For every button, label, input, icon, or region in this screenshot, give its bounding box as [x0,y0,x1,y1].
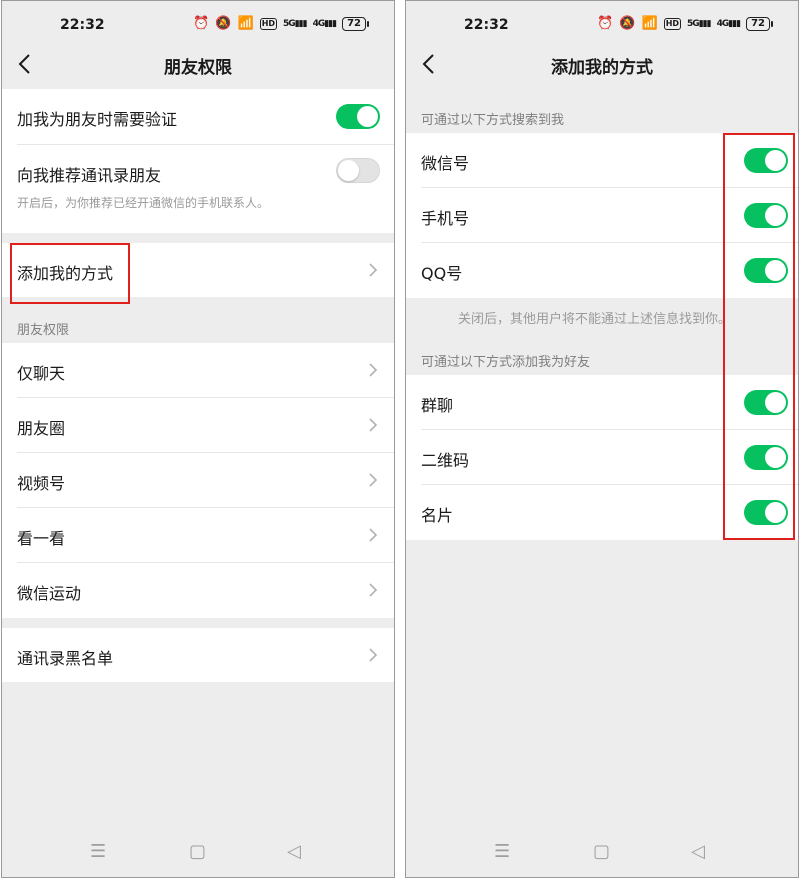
page-title: 添加我的方式 [551,58,653,78]
battery-indicator: 72 [342,17,369,31]
require-verification-row: 加我为朋友时需要验证 [2,89,394,145]
system-nav-bar: ☰ ▢ ◁ [2,841,394,871]
chevron-right-icon [368,362,378,378]
blacklist-row[interactable]: 通讯录黑名单 [2,628,394,682]
permission-row[interactable]: 看一看 [2,508,394,563]
search-note: 关闭后，其他用户将不能通过上述信息找到你。 [458,312,732,327]
alarm-icon: ⏰ [193,16,210,31]
chevron-right-icon [368,582,378,598]
status-time: 22:32 [60,17,105,33]
page-title: 朋友权限 [164,58,232,78]
hd-icon: HD [259,18,278,30]
signal-4g-icon: 4G▮▮▮ [716,19,741,29]
menu-icon[interactable]: ☰ [90,841,106,862]
highlight-box [10,243,130,304]
add-method-label: 群聊 [421,396,454,415]
add-method-label: 名片 [421,506,454,525]
permission-label: 看一看 [17,529,66,548]
search-section-header: 可通过以下方式搜索到我 [421,113,565,128]
permission-label: 朋友圈 [17,419,66,438]
wifi-icon: 📶 [641,16,658,31]
wifi-icon: 📶 [237,16,254,31]
recommend-contacts-hint: 开启后，为你推荐已经开通微信的手机联系人。 [17,196,270,210]
highlight-box [723,133,795,540]
system-nav-bar: ☰ ▢ ◁ [406,841,798,871]
chevron-right-icon [368,647,378,663]
status-icons: ⏰ 🔕 📶 HD 5G▮▮▮ 4G▮▮▮ 72 [193,16,369,32]
require-verification-label: 加我为朋友时需要验证 [17,110,178,129]
home-icon[interactable]: ▢ [189,841,206,862]
recommend-contacts-toggle[interactable] [336,158,380,183]
permission-label: 微信运动 [17,584,82,603]
search-method-label: 手机号 [421,209,470,228]
recommend-contacts-row: 向我推荐通讯录朋友 开启后，为你推荐已经开通微信的手机联系人。 [2,145,394,233]
nav-bar: 朋友权限 [2,43,394,87]
menu-icon[interactable]: ☰ [494,841,510,862]
permission-row[interactable]: 仅聊天 [2,343,394,398]
search-method-label: QQ号 [421,264,463,283]
chevron-right-icon [368,417,378,433]
chevron-right-icon [368,527,378,543]
back-triangle-icon[interactable]: ◁ [691,841,705,862]
permission-section-header: 朋友权限 [17,323,70,338]
blacklist-label: 通讯录黑名单 [17,649,114,668]
permission-row[interactable]: 微信运动 [2,563,394,618]
battery-indicator: 72 [746,17,773,31]
signal-4g-icon: 4G▮▮▮ [312,19,337,29]
add-method-label: 二维码 [421,451,470,470]
mute-bell-icon: 🔕 [619,16,636,31]
signal-5g-icon: 5G▮▮▮ [687,19,711,29]
permission-row[interactable]: 视频号 [2,453,394,508]
back-triangle-icon[interactable]: ◁ [287,841,301,862]
home-icon[interactable]: ▢ [593,841,610,862]
chevron-right-icon [368,262,378,278]
add-methods-screen: 22:32 ⏰ 🔕 📶 HD 5G▮▮▮ 4G▮▮▮ 72 添加我的方式 可通过… [405,0,799,878]
recommend-contacts-label: 向我推荐通讯录朋友 [17,166,162,185]
status-bar: 22:32 ⏰ 🔕 📶 HD 5G▮▮▮ 4G▮▮▮ 72 [2,1,394,47]
friend-permissions-screen: 22:32 ⏰ 🔕 📶 HD 5G▮▮▮ 4G▮▮▮ 72 朋友权限 加我为朋友… [1,0,395,878]
status-icons: ⏰ 🔕 📶 HD 5G▮▮▮ 4G▮▮▮ 72 [597,16,773,32]
permission-row[interactable]: 朋友圈 [2,398,394,453]
search-method-label: 微信号 [421,154,470,173]
status-time: 22:32 [464,17,509,33]
permission-label: 视频号 [17,474,66,493]
status-bar: 22:32 ⏰ 🔕 📶 HD 5G▮▮▮ 4G▮▮▮ 72 [406,1,798,47]
signal-5g-icon: 5G▮▮▮ [283,19,307,29]
require-verification-toggle[interactable] [336,104,380,129]
mute-bell-icon: 🔕 [215,16,232,31]
alarm-icon: ⏰ [597,16,614,31]
permission-label: 仅聊天 [17,364,66,383]
hd-icon: HD [663,18,682,30]
add-section-header: 可通过以下方式添加我为好友 [421,355,591,370]
nav-bar: 添加我的方式 [406,43,798,87]
chevron-right-icon [368,472,378,488]
